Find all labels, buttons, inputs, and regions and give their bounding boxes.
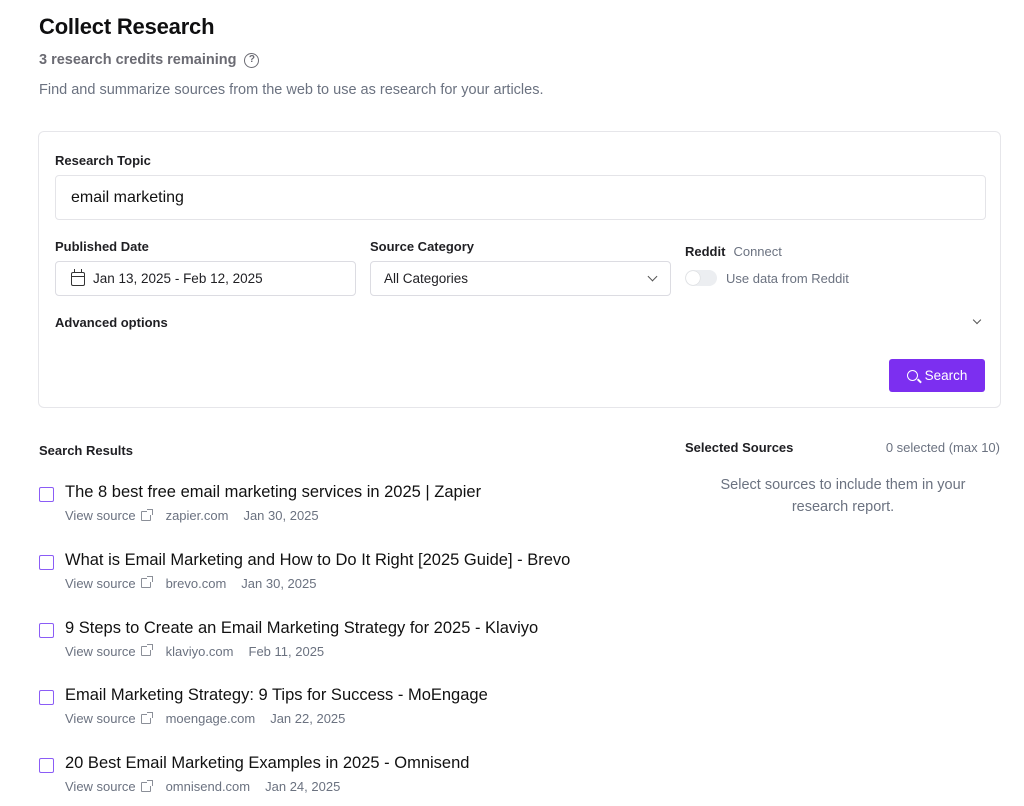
calendar-icon <box>71 268 85 286</box>
result-date: Jan 24, 2025 <box>265 779 341 795</box>
reddit-toggle[interactable] <box>685 270 717 286</box>
reddit-header: Reddit Connect <box>685 244 782 259</box>
view-source-link[interactable]: View source <box>65 779 153 795</box>
research-form-card: Research Topic Published Date Jan 13, 20… <box>38 131 1001 408</box>
external-link-icon <box>140 779 153 792</box>
search-results-list: The 8 best free email marketing services… <box>39 483 659 806</box>
result-title[interactable]: What is Email Marketing and How to Do It… <box>65 551 570 570</box>
result-meta: View source klaviyo.com Feb 11, 2025 <box>65 644 324 659</box>
result-item: The 8 best free email marketing services… <box>39 483 659 551</box>
result-checkbox[interactable] <box>39 690 54 706</box>
reddit-connect-link[interactable]: Connect <box>733 244 781 259</box>
result-title[interactable]: 9 Steps to Create an Email Marketing Str… <box>65 619 538 638</box>
result-title[interactable]: 20 Best Email Marketing Examples in 2025… <box>65 754 469 773</box>
result-date: Jan 30, 2025 <box>241 575 317 591</box>
selected-sources-heading: Selected Sources <box>685 440 794 455</box>
result-meta: View source omnisend.com Jan 24, 2025 <box>65 779 340 794</box>
question-circle-icon[interactable]: ? <box>244 52 260 68</box>
view-source-link[interactable]: View source <box>65 711 153 727</box>
search-button[interactable]: Search <box>889 359 985 392</box>
result-domain: omnisend.com <box>165 779 251 795</box>
view-source-link[interactable]: View source <box>65 508 153 523</box>
chevron-down-icon <box>647 271 658 282</box>
external-link-icon <box>140 711 153 724</box>
research-topic-input[interactable] <box>55 175 986 220</box>
external-link-icon <box>140 576 153 589</box>
published-date-label: Published Date <box>55 239 149 254</box>
source-category-select[interactable]: All Categories <box>370 261 671 296</box>
research-topic-label: Research Topic <box>55 153 151 168</box>
result-title[interactable]: Email Marketing Strategy: 9 Tips for Suc… <box>65 686 488 705</box>
view-source-label: View source <box>65 643 136 659</box>
search-button-label: Search <box>924 368 968 383</box>
result-title[interactable]: The 8 best free email marketing services… <box>65 483 481 502</box>
view-source-label: View source <box>65 575 136 591</box>
search-icon <box>906 370 918 381</box>
source-category-value: All Categories <box>384 271 469 286</box>
result-checkbox[interactable] <box>39 554 54 570</box>
result-date: Feb 11, 2025 <box>248 643 325 659</box>
view-source-link[interactable]: View source <box>65 575 153 591</box>
result-date: Jan 30, 2025 <box>243 508 319 523</box>
result-item: 9 Steps to Create an Email Marketing Str… <box>39 619 659 687</box>
page-subtitle: Find and summarize sources from the web … <box>39 82 544 98</box>
view-source-label: View source <box>65 779 136 795</box>
published-date-picker[interactable]: Jan 13, 2025 - Feb 12, 2025 <box>55 261 356 296</box>
reddit-label: Reddit <box>685 244 726 259</box>
view-source-label: View source <box>65 711 136 727</box>
result-item: 20 Best Email Marketing Examples in 2025… <box>39 754 659 806</box>
result-item: Email Marketing Strategy: 9 Tips for Suc… <box>39 686 659 754</box>
credits-text: 3 research credits remaining <box>39 52 237 68</box>
advanced-options-label: Advanced options <box>55 314 168 330</box>
view-source-link[interactable]: View source <box>65 643 153 659</box>
advanced-options-toggle[interactable]: Advanced options <box>55 312 986 332</box>
toggle-knob <box>686 271 700 285</box>
search-results-heading: Search Results <box>39 443 133 458</box>
result-domain: zapier.com <box>165 508 229 523</box>
page-title: Collect Research <box>39 14 215 39</box>
reddit-toggle-row: Use data from Reddit <box>685 270 849 286</box>
source-category-label: Source Category <box>370 239 475 254</box>
result-meta: View source brevo.com Jan 30, 2025 <box>65 576 316 591</box>
result-checkbox[interactable] <box>39 758 54 774</box>
external-link-icon <box>140 508 153 521</box>
view-source-label: View source <box>65 508 136 523</box>
selected-empty-message: Select sources to include them in your r… <box>720 477 966 515</box>
result-domain: moengage.com <box>165 711 256 727</box>
result-checkbox[interactable] <box>39 487 54 502</box>
external-link-icon <box>140 644 153 657</box>
reddit-toggle-label: Use data from Reddit <box>726 270 849 286</box>
result-meta: View source moengage.com Jan 22, 2025 <box>65 711 345 726</box>
chevron-down-icon <box>972 315 982 325</box>
result-checkbox[interactable] <box>39 622 54 638</box>
result-meta: View source zapier.com Jan 30, 2025 <box>65 508 319 523</box>
credits-remaining: 3 research credits remaining ? <box>39 52 260 68</box>
result-domain: brevo.com <box>165 575 227 591</box>
result-item: What is Email Marketing and How to Do It… <box>39 551 659 619</box>
published-date-value: Jan 13, 2025 - Feb 12, 2025 <box>93 271 263 286</box>
result-date: Jan 22, 2025 <box>270 711 346 727</box>
selected-count: 0 selected (max 10) <box>885 440 1000 455</box>
result-domain: klaviyo.com <box>165 643 234 659</box>
